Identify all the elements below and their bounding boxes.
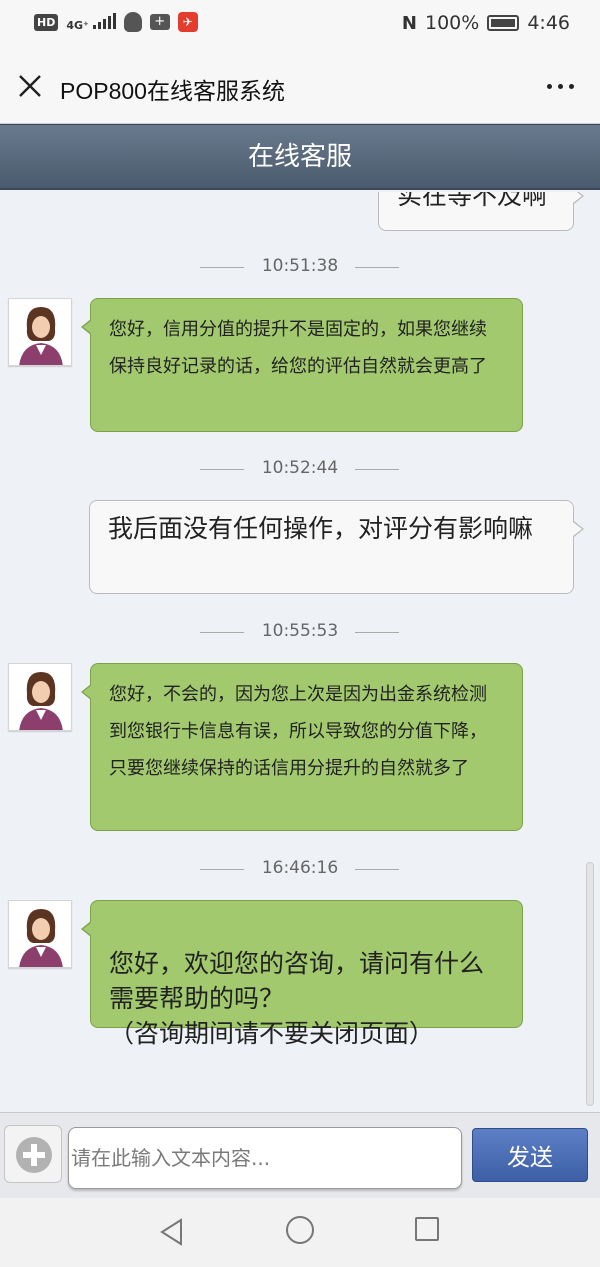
home-icon[interactable] bbox=[286, 1216, 314, 1244]
timestamp-text: 10:55:53 bbox=[261, 621, 339, 641]
status-time: 4:46 bbox=[527, 12, 570, 34]
chat-area[interactable]: 实在等不及啊 10:51:38 您好，信用分值的提升不是固定的，如果您继续保持良… bbox=[0, 192, 600, 1112]
status-bar-right: N 100% 4:46 bbox=[402, 12, 570, 34]
plus-icon bbox=[16, 1137, 52, 1173]
system-nav-bar bbox=[0, 1198, 600, 1267]
message-timestamp: 10:51:38 bbox=[0, 256, 600, 280]
agent-message-bubble: 您好，不会的，因为您上次是因为出金系统检测到您银行卡信息有误，所以导致您的分值下… bbox=[81, 663, 523, 831]
notification-icon: + bbox=[149, 14, 170, 30]
message-text: 您好，信用分值的提升不是固定的，如果您继续保持良好记录的话，给您的评估自然就会更… bbox=[109, 319, 487, 377]
add-attachment-button[interactable] bbox=[4, 1125, 62, 1183]
agent-avatar bbox=[8, 663, 72, 731]
app-root: HD 4G⁺ + ✈ N 100% 4:46 POP800在线客服系统 在线客服 bbox=[0, 0, 600, 1267]
send-button[interactable]: 发送 bbox=[472, 1128, 588, 1182]
service-title-bar: 在线客服 bbox=[0, 124, 600, 190]
more-icon[interactable] bbox=[547, 84, 574, 89]
message-timestamp: 16:46:16 bbox=[0, 858, 600, 882]
agent-avatar bbox=[8, 900, 72, 968]
input-bar: 发送 bbox=[0, 1112, 600, 1198]
nfc-icon: N bbox=[401, 12, 417, 34]
signal-icon: 4G⁺ bbox=[66, 12, 116, 32]
timestamp-text: 10:51:38 bbox=[261, 256, 339, 276]
recent-apps-icon[interactable] bbox=[415, 1217, 439, 1241]
battery-percent: 100% bbox=[425, 12, 480, 34]
user-message-bubble: 我后面没有任何操作，对评分有影响嘛 bbox=[89, 500, 584, 594]
timestamp-text: 16:46:16 bbox=[261, 858, 339, 878]
qq-icon bbox=[123, 12, 142, 32]
network-type-label: 4G⁺ bbox=[66, 18, 89, 32]
close-icon[interactable] bbox=[18, 74, 42, 98]
chat-scrollbar[interactable] bbox=[586, 862, 594, 1106]
message-text: 您好，不会的，因为您上次是因为出金系统检测到您银行卡信息有误，所以导致您的分值下… bbox=[109, 684, 487, 779]
message-timestamp: 10:55:53 bbox=[0, 621, 600, 645]
page-title: POP800在线客服系统 bbox=[60, 78, 285, 104]
status-bar-left: HD 4G⁺ + ✈ bbox=[34, 12, 198, 32]
timestamp-text: 10:52:44 bbox=[261, 458, 339, 478]
user-message-bubble-partial: 实在等不及啊 bbox=[378, 192, 584, 231]
agent-message-bubble: 您好，欢迎您的咨询，请问有什么需要帮助的吗？ （咨询期间请不要关闭页面） bbox=[81, 900, 523, 1048]
app-header: POP800在线客服系统 bbox=[0, 50, 600, 124]
app-icon: ✈ bbox=[177, 12, 198, 32]
status-bar: HD 4G⁺ + ✈ N 100% 4:46 bbox=[0, 0, 600, 50]
back-icon[interactable] bbox=[159, 1218, 185, 1246]
message-text: 我后面没有任何操作，对评分有影响嘛 bbox=[108, 514, 534, 543]
agent-message-bubble: 您好，信用分值的提升不是固定的，如果您继续保持良好记录的话，给您的评估自然就会更… bbox=[81, 298, 523, 432]
battery-icon bbox=[487, 15, 520, 31]
message-input[interactable] bbox=[68, 1127, 462, 1189]
message-text: 实在等不及啊 bbox=[397, 192, 548, 210]
hd-icon: HD bbox=[34, 13, 59, 31]
signal-bars bbox=[92, 12, 116, 29]
agent-avatar bbox=[8, 298, 72, 366]
message-timestamp: 10:52:44 bbox=[0, 458, 600, 482]
message-text: 您好，欢迎您的咨询，请问有什么需要帮助的吗？ （咨询期间请不要关闭页面） bbox=[109, 949, 485, 1048]
service-title: 在线客服 bbox=[247, 142, 352, 172]
